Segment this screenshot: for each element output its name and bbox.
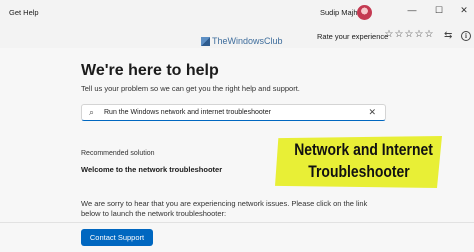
windowsclub-logo-icon (201, 36, 210, 46)
clear-search-icon[interactable]: ✕ (368, 107, 376, 118)
close-button[interactable]: ✕ (455, 3, 473, 17)
star-5-icon[interactable]: ☆ (424, 29, 434, 41)
description-text: We are sorry to hear that you are experi… (81, 199, 368, 218)
watermark: TheWindowsClub (201, 36, 283, 46)
page-title: We're here to help (81, 62, 219, 79)
share-icon[interactable]: ⇆ (444, 30, 452, 41)
star-3-icon[interactable]: ☆ (404, 29, 414, 41)
search-input[interactable]: ⌕ Run the Windows network and internet t… (81, 104, 386, 121)
overlay-title-line1: Network and Internet (294, 140, 433, 159)
search-icon: ⌕ (89, 107, 95, 117)
welcome-heading: Welcome to the network troubleshooter (81, 165, 223, 174)
user-name[interactable]: Sudip Majhi (320, 8, 359, 17)
info-icon[interactable]: i (461, 31, 471, 41)
search-input-value[interactable]: Run the Windows network and internet tro… (104, 109, 271, 116)
overlay-title-line2: Troubleshooter (308, 162, 410, 181)
recommended-solution-label: Recommended solution (81, 150, 155, 157)
title-bar: Get Help Sudip Majhi — ☐ ✕ (0, 0, 474, 26)
star-2-icon[interactable]: ☆ (394, 29, 404, 41)
footer-divider (0, 222, 474, 223)
avatar[interactable] (357, 5, 372, 20)
star-1-icon[interactable]: ☆ (384, 29, 394, 41)
page-subtitle: Tell us your problem so we can get you t… (81, 84, 300, 93)
maximize-button[interactable]: ☐ (430, 3, 448, 17)
star-4-icon[interactable]: ☆ (414, 29, 424, 41)
contact-support-button[interactable]: Contact Support (81, 229, 153, 246)
app-title: Get Help (9, 8, 39, 17)
rate-experience-label: Rate your experience (317, 32, 389, 41)
minimize-button[interactable]: — (403, 3, 421, 17)
star-rating[interactable]: ☆ ☆ ☆ ☆ ☆ (384, 29, 434, 41)
watermark-text: TheWindowsClub (212, 36, 283, 46)
